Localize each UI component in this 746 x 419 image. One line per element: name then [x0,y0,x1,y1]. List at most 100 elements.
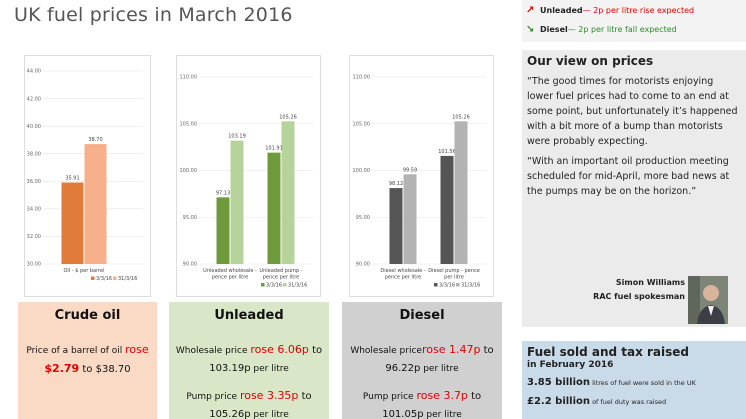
fuel-sold-text: litres of fuel were sold in the UK [590,379,696,387]
data-label: 99.59 [403,167,417,173]
category-label: Diesel pump - pence [428,268,480,274]
person-photo-icon [688,276,728,324]
bar [403,174,417,264]
legend-entry: 3/3/16 [439,283,455,289]
y-tick-label: 105.00 [353,121,371,127]
y-tick-label: 30.00 [27,262,41,268]
diesel-heading: Diesel [399,308,445,323]
spokesman-signature: Simon Williams RAC fuel spokesman [527,276,685,304]
legend-entry: 3/3/16 [266,283,282,289]
diesel-pump-value-line: 101.05p per litre [342,406,502,419]
legend-entry: 31/3/16 [118,276,137,282]
y-tick-label: 90.00 [183,262,197,268]
fuel-duty-text: of fuel duty was raised [590,398,667,406]
data-label: 35.91 [65,176,79,182]
y-tick-label: 110.00 [180,75,198,81]
data-label: 101.56 [438,149,456,155]
fuel-sold-subheading: in February 2016 [527,360,614,370]
fuel-sold-stat: 3.85 billion litres of fuel were sold in… [527,377,741,388]
diesel-pump-unit: per litre [423,410,462,419]
unleaded-wholesale-label: Wholesale price [175,346,251,356]
y-tick-label: 44.00 [27,69,41,75]
y-tick-label: 40.00 [27,124,41,130]
data-label: 38.70 [88,137,102,143]
data-label: 103.19 [228,134,246,140]
diesel-pump-to: to [467,391,482,402]
y-tick-label: 32.00 [27,234,41,240]
category-label: Unleaded wholesale - [203,268,257,274]
crude-oil-rose: rose [125,343,149,356]
bar [440,155,454,264]
unleaded-heading: Unleaded [214,308,284,323]
legend-entry: 3/3/16 [96,276,112,282]
unleaded-wholesale-value-line: 103.19p per litre [169,360,329,378]
unleaded-pump-unit: per litre [250,410,289,419]
legend-swatch [91,276,95,280]
diesel-forecast: ↘ Diesel — 2p per litre fall expected [526,24,742,35]
bar [84,144,107,264]
category-label: Unleaded pump - [259,268,302,274]
unleaded-pump-value-line: 105.26p per litre [169,406,329,419]
bar [267,152,281,264]
y-tick-label: 42.00 [27,96,41,102]
unleaded-wholesale-unit: per litre [250,364,289,374]
unleaded-wholesale-line: Wholesale price rose 6.06p to [169,341,329,360]
diesel-wholesale-line: Wholesale pricerose 1.47p to [342,341,502,360]
diesel-pump-line: Pump price rose 3.7p to [342,387,502,406]
diesel-wholesale-value: 96.22p [385,363,421,374]
fuel-duty-stat: £2.2 billion of fuel duty was raised [527,396,741,407]
legend-swatch [434,283,438,287]
crude-oil-text: Price of a barrel of oil [26,346,126,356]
y-tick-label: 105.00 [180,121,198,127]
fuel-sold-value: 3.85 billion [527,377,591,388]
legend-swatch [456,283,460,287]
fuel-sold-panel: Fuel sold and tax raised in February 201… [522,341,746,419]
spokesman-role: RAC fuel spokesman [593,292,685,301]
crude-oil-line-1: Price of a barrel of oil rose [18,341,157,360]
unleaded-wholesale-to: to [308,345,323,356]
unleaded-pump-line: Pump price rose 3.35p to [169,387,329,406]
unleaded-wholesale-value: 103.19p [209,363,251,374]
legend-swatch [283,283,287,287]
quote-2: “With an important oil production meetin… [527,156,730,197]
our-view-heading: Our view on prices [527,54,654,68]
crude-oil-change: $2.79 [44,362,80,375]
quote-1: “The good times for motorists enjoying l… [527,76,738,147]
data-label: 97.13 [216,190,230,196]
unleaded-forecast: ↗ Unleaded — 2p per litre rise expected [526,5,742,16]
unleaded-pump-label: Pump price [186,392,240,402]
diesel-wholesale-unit: per litre [420,364,459,374]
arrow-down-right-icon: ↘ [526,24,535,35]
category-label: pence per litre [385,275,422,281]
bar [61,182,84,264]
y-tick-label: 100.00 [180,168,198,174]
y-tick-label: 95.00 [183,215,197,221]
y-tick-label: 36.00 [27,179,41,185]
data-label: 105.26 [452,114,470,120]
legend-entry: 31/3/16 [461,283,480,289]
diesel-wholesale-change: rose 1.47p [421,343,481,356]
category-label: per litre [444,275,464,281]
y-tick-label: 95.00 [356,215,370,221]
unleaded-wholesale-change: rose 6.06p [250,343,309,356]
bar [281,121,295,264]
y-tick-label: 38.00 [27,151,41,157]
arrow-up-right-icon: ↗ [526,5,535,16]
crude-oil-heading: Crude oil [54,308,121,323]
crude-oil-new-price: to $38.70 [79,364,131,375]
page-title: UK fuel prices in March 2016 [14,4,293,26]
bar [389,188,403,264]
category-label: pence per litre [212,275,249,281]
category-label: Diesel wholesale - [380,268,425,274]
legend-entry: 31/3/16 [288,283,307,289]
data-label: 98.12 [389,181,403,187]
y-tick-label: 34.00 [27,207,41,213]
y-tick-label: 90.00 [356,262,370,268]
crude-oil-chart-svg: 30.00 32.00 34.00 36.00 38.00 40.00 42.00 44.00… [27,69,143,282]
forecast-legend: ↗ Unleaded — 2p per litre rise expected … [522,0,746,42]
diesel-card: Diesel Wholesale pricerose 1.47p to 96.2… [342,302,502,419]
bar [216,197,230,264]
unleaded-pump-value: 105.26p [209,409,251,419]
fuel-duty-value: £2.2 billion [527,396,591,407]
diesel-wholesale-label: Wholesale price [350,346,422,356]
